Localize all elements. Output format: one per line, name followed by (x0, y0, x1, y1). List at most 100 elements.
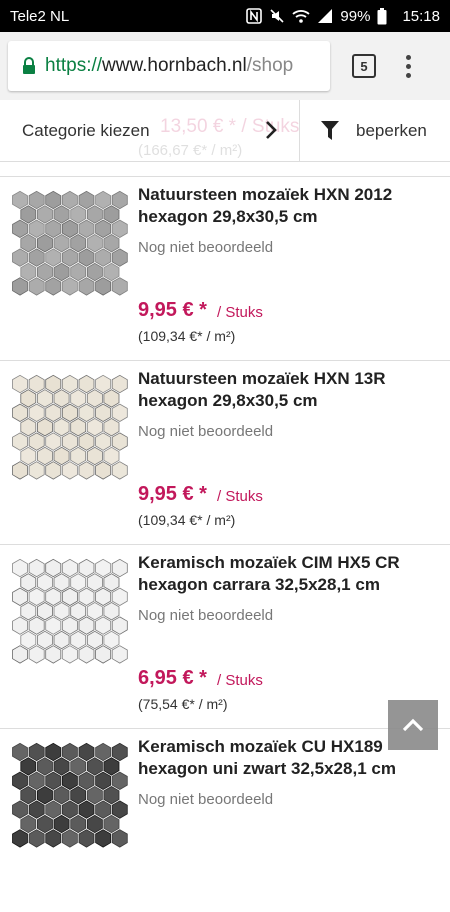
filter-label: beperken (356, 120, 427, 140)
product-card[interactable]: Keramisch mozaïek CU HX189 hexagon uni z… (0, 728, 450, 912)
mosaic-tile (20, 786, 37, 805)
filter-funnel-icon (320, 120, 340, 142)
mosaic-tile (12, 645, 28, 664)
mosaic-tile (70, 630, 87, 650)
mosaic-tile (28, 432, 45, 451)
product-card[interactable]: Keramisch mozaïek CIM HX5 CR hexagon car… (0, 544, 450, 728)
product-image[interactable] (10, 742, 128, 854)
mosaic-tile (28, 771, 45, 790)
product-image[interactable] (10, 190, 128, 302)
overflow-menu-icon[interactable] (406, 54, 411, 78)
product-image[interactable] (10, 374, 128, 486)
mosaic-tile (45, 742, 62, 762)
category-select-button[interactable]: Categorie kiezen (0, 100, 300, 161)
mosaic-tile (36, 234, 53, 253)
mosaic-tile (78, 461, 95, 480)
mosaic-tile (20, 418, 37, 437)
mosaic-tile (36, 389, 53, 408)
mosaic-tile (95, 432, 112, 451)
mosaic-tile (61, 771, 78, 790)
mosaic-tile (95, 587, 112, 606)
mosaic-tile (61, 800, 78, 819)
mosaic-tile (95, 248, 112, 267)
mosaic-tile (61, 742, 78, 762)
mosaic-tile (86, 602, 103, 621)
mosaic-tile (61, 374, 78, 394)
mosaic-tile (103, 446, 120, 466)
mosaic-tile (36, 446, 53, 466)
arrow-up-icon (402, 718, 424, 732)
product-image[interactable] (10, 558, 128, 670)
product-rating: Nog niet beoordeeld (138, 423, 274, 440)
mosaic-tile (61, 219, 78, 238)
mosaic-tile (36, 205, 53, 224)
status-icons: 99% 15:18 (246, 7, 440, 25)
mosaic-tile (12, 587, 28, 606)
mute-icon (269, 8, 285, 24)
mosaic-tile (53, 418, 70, 437)
mosaic-tile (86, 262, 103, 282)
mosaic-tile (28, 248, 45, 267)
mosaic-tile (36, 602, 53, 621)
mosaic-tile (12, 558, 28, 578)
mosaic-tile (95, 829, 112, 848)
product-rating: Nog niet beoordeeld (138, 239, 274, 256)
mosaic-tile (45, 432, 62, 451)
mosaic-tile (111, 771, 128, 790)
mosaic-tile (20, 205, 37, 224)
price-per-m2: (109,34 €* / m²) (138, 328, 236, 344)
mosaic-tile (86, 630, 103, 650)
product-name[interactable]: Keramisch mozaïek CIM HX5 CR hexagon car… (138, 552, 438, 596)
mosaic-tile (61, 190, 78, 210)
mosaic-tile (111, 403, 128, 422)
filter-button[interactable]: beperken (300, 100, 450, 161)
mosaic-tile (28, 645, 45, 664)
mosaic-tile (78, 219, 95, 238)
product-price: 9,95 € * (138, 483, 207, 505)
mosaic-tile (103, 418, 120, 437)
mosaic-tile (12, 461, 28, 480)
mosaic-tile (95, 374, 112, 394)
mosaic-tile (86, 786, 103, 805)
mosaic-tile (86, 446, 103, 466)
mosaic-tile (78, 403, 95, 422)
back-to-top-button[interactable] (388, 700, 438, 750)
product-card[interactable]: Natuursteen mozaïek HXN 13R hexagon 29,8… (0, 360, 450, 544)
battery-icon (377, 7, 387, 25)
mosaic-tile (86, 418, 103, 437)
mosaic-tile (61, 248, 78, 267)
battery-level: 99% (340, 7, 371, 25)
mosaic-tile (78, 645, 95, 664)
product-list: Natuursteen mozaïek HXN 2012 hexagon 29,… (0, 176, 450, 912)
mosaic-tile (86, 389, 103, 408)
mosaic-tile (103, 573, 120, 592)
url-scheme: https:// (45, 55, 103, 76)
mosaic-tile (95, 742, 112, 762)
mosaic-tile (12, 190, 28, 210)
mosaic-tile (53, 757, 70, 776)
mosaic-tile (111, 645, 128, 664)
tab-switcher-button[interactable]: 5 (352, 54, 376, 78)
mosaic-tile (103, 602, 120, 621)
mosaic-tile (78, 248, 95, 267)
mosaic-tile (70, 814, 87, 834)
mosaic-tile (53, 630, 70, 650)
mosaic-tile (61, 461, 78, 480)
url-field[interactable]: https:// www.hornbach.nl /shop (8, 41, 330, 91)
mosaic-tile (12, 374, 28, 394)
mosaic-tile (78, 432, 95, 451)
mosaic-tile (95, 800, 112, 819)
mosaic-tile (111, 558, 128, 578)
product-name[interactable]: Natuursteen mozaïek HXN 13R hexagon 29,8… (138, 368, 438, 412)
mosaic-tile (111, 461, 128, 480)
mosaic-tile (111, 829, 128, 848)
price-per-m2: (75,54 €* / m²) (138, 696, 228, 712)
mosaic-tile (61, 645, 78, 664)
product-price: 6,95 € * (138, 667, 207, 689)
mosaic-tile (45, 558, 62, 578)
mosaic-tile (12, 248, 28, 267)
product-card[interactable]: Natuursteen mozaïek HXN 2012 hexagon 29,… (0, 176, 450, 360)
mosaic-tile (78, 829, 95, 848)
mosaic-tile (45, 219, 62, 238)
product-name[interactable]: Natuursteen mozaïek HXN 2012 hexagon 29,… (138, 184, 438, 228)
